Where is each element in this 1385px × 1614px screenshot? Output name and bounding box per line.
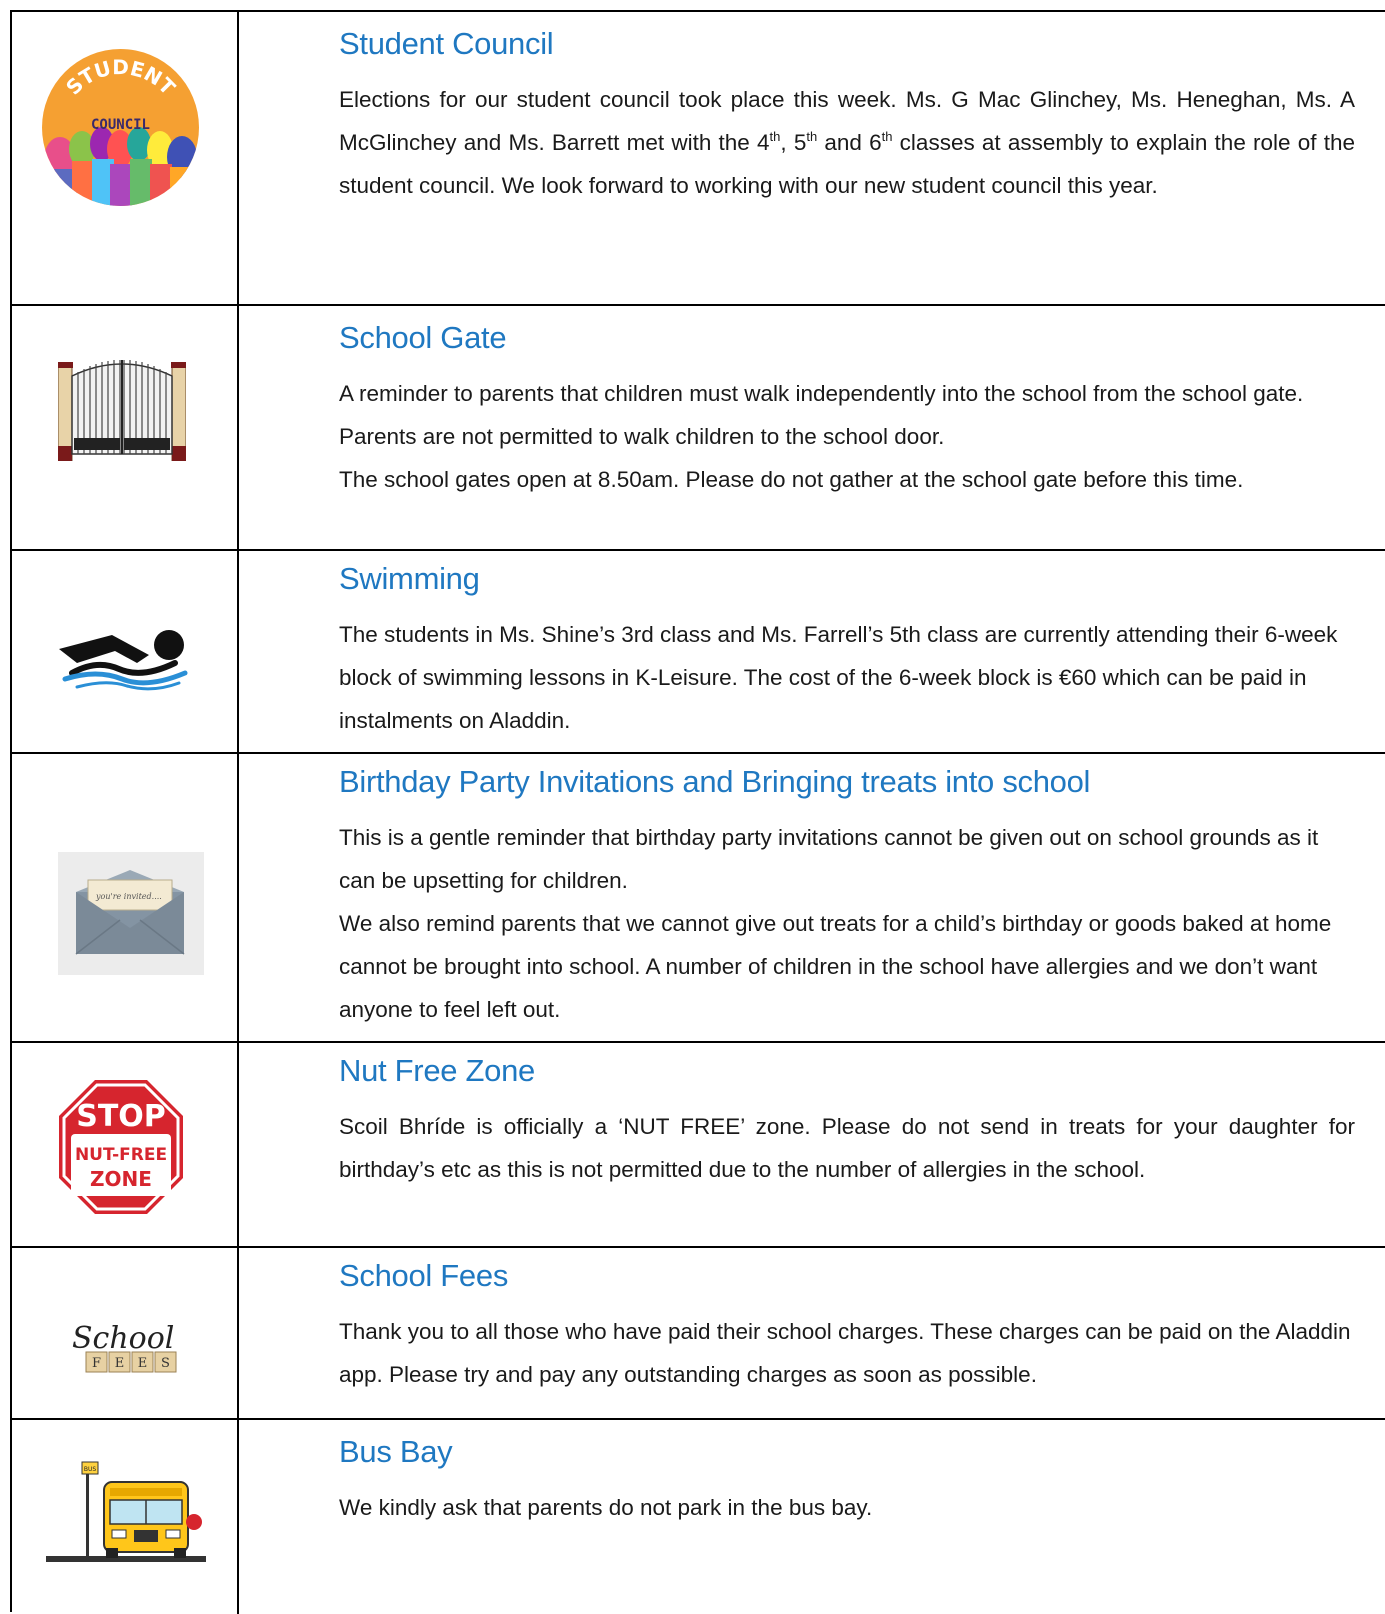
stop-text: STOP: [76, 1099, 166, 1134]
newsletter-table: STUDENT COUNCIL Student Council Election…: [10, 10, 1385, 1614]
icon-cell: [12, 306, 237, 549]
section-title: Bus Bay: [339, 1434, 453, 1469]
section-nut-free-zone: STOP NUT-FREE ZONE Nut Free Zone Scoil B…: [12, 1043, 1385, 1248]
column-divider: [237, 551, 239, 752]
column-divider: [237, 12, 239, 304]
section-title: Birthday Party Invitations and Bringing …: [339, 764, 1091, 799]
tile-letter: S: [161, 1356, 170, 1371]
section-title: Swimming: [339, 561, 480, 596]
school-fees-icon: School F E E S: [72, 1321, 177, 1373]
zone-text: ZONE: [90, 1167, 152, 1191]
text-run: , 5: [780, 130, 807, 155]
school-gate-icon: [58, 360, 186, 461]
section-body: This is a gentle reminder that birthday …: [339, 816, 1355, 1031]
section-bus-bay: BUS Bus Bay We kindly ask that parents d…: [12, 1420, 1385, 1614]
text-run: and 6: [817, 130, 882, 155]
paragraph: We also remind parents that we cannot gi…: [339, 911, 1332, 1022]
superscript: th: [806, 129, 818, 144]
school-bus-icon: BUS: [46, 1461, 206, 1562]
icon-cell: [12, 551, 237, 752]
tile-letter: E: [138, 1356, 148, 1371]
nut-free-text: NUT-FREE: [75, 1145, 167, 1165]
paragraph: The students in Ms. Shine’s 3rd class an…: [339, 622, 1338, 733]
paragraph: Elections for our student council took p…: [339, 78, 1355, 207]
section-content: School Gate A reminder to parents that c…: [339, 306, 1355, 501]
icon-cell: STOP NUT-FREE ZONE: [12, 1043, 237, 1246]
section-content: Swimming The students in Ms. Shine’s 3rd…: [339, 551, 1355, 742]
paragraph: A reminder to parents that children must…: [339, 381, 1304, 449]
section-student-council: STUDENT COUNCIL Student Council Election…: [12, 12, 1385, 306]
badge-text-mid: COUNCIL: [91, 117, 150, 133]
icon-cell: School F E E S: [12, 1248, 237, 1418]
paragraph: The school gates open at 8.50am. Please …: [339, 467, 1244, 492]
column-divider: [237, 754, 239, 1041]
icon-cell: you're invited....: [12, 754, 237, 1041]
tile-letter: E: [115, 1356, 125, 1371]
section-body: We kindly ask that parents do not park i…: [339, 1486, 1355, 1529]
section-content: Student Council Elections for our studen…: [339, 12, 1355, 207]
school-text: School: [72, 1321, 174, 1356]
section-school-gate: School Gate A reminder to parents that c…: [12, 306, 1385, 551]
section-body: A reminder to parents that children must…: [339, 372, 1355, 501]
superscript: th: [881, 129, 893, 144]
section-content: Birthday Party Invitations and Bringing …: [339, 754, 1355, 1031]
column-divider: [237, 306, 239, 549]
section-body: Elections for our student council took p…: [339, 78, 1355, 207]
paragraph: This is a gentle reminder that birthday …: [339, 825, 1319, 893]
paragraph: We kindly ask that parents do not park i…: [339, 1495, 873, 1520]
paragraph: Scoil Bhríde is officially a ‘NUT FREE’ …: [339, 1114, 1355, 1182]
column-divider: [237, 1248, 239, 1418]
stop-sign-icon: STOP NUT-FREE ZONE: [59, 1080, 183, 1214]
icon-cell: STUDENT COUNCIL: [12, 12, 237, 304]
section-title: School Fees: [339, 1258, 509, 1293]
swimmer-icon: [59, 630, 188, 691]
section-body: The students in Ms. Shine’s 3rd class an…: [339, 613, 1355, 742]
student-council-badge-icon: STUDENT COUNCIL: [42, 49, 199, 206]
column-divider: [237, 1043, 239, 1246]
icon-cell: BUS: [12, 1420, 237, 1614]
column-divider: [237, 1420, 239, 1614]
section-title: School Gate: [339, 320, 507, 355]
tile-letter: F: [92, 1356, 101, 1371]
invite-text: you're invited....: [95, 892, 162, 901]
section-body: Thank you to all those who have paid the…: [339, 1310, 1355, 1396]
section-school-fees: School F E E S School Fees Thank you to …: [12, 1248, 1385, 1420]
section-title: Nut Free Zone: [339, 1053, 535, 1088]
section-birthday-invitations: you're invited.... Birthday Party Invita…: [12, 754, 1385, 1043]
section-swimming: Swimming The students in Ms. Shine’s 3rd…: [12, 551, 1385, 754]
section-body: Scoil Bhríde is officially a ‘NUT FREE’ …: [339, 1105, 1355, 1191]
section-title: Student Council: [339, 26, 554, 61]
section-content: School Fees Thank you to all those who h…: [339, 1248, 1355, 1396]
paragraph: Thank you to all those who have paid the…: [339, 1319, 1351, 1387]
invitation-envelope-icon: you're invited....: [58, 852, 204, 975]
bus-sign-text: BUS: [84, 1466, 97, 1473]
section-content: Nut Free Zone Scoil Bhríde is officially…: [339, 1043, 1355, 1191]
superscript: th: [769, 129, 781, 144]
section-content: Bus Bay We kindly ask that parents do no…: [339, 1420, 1355, 1529]
